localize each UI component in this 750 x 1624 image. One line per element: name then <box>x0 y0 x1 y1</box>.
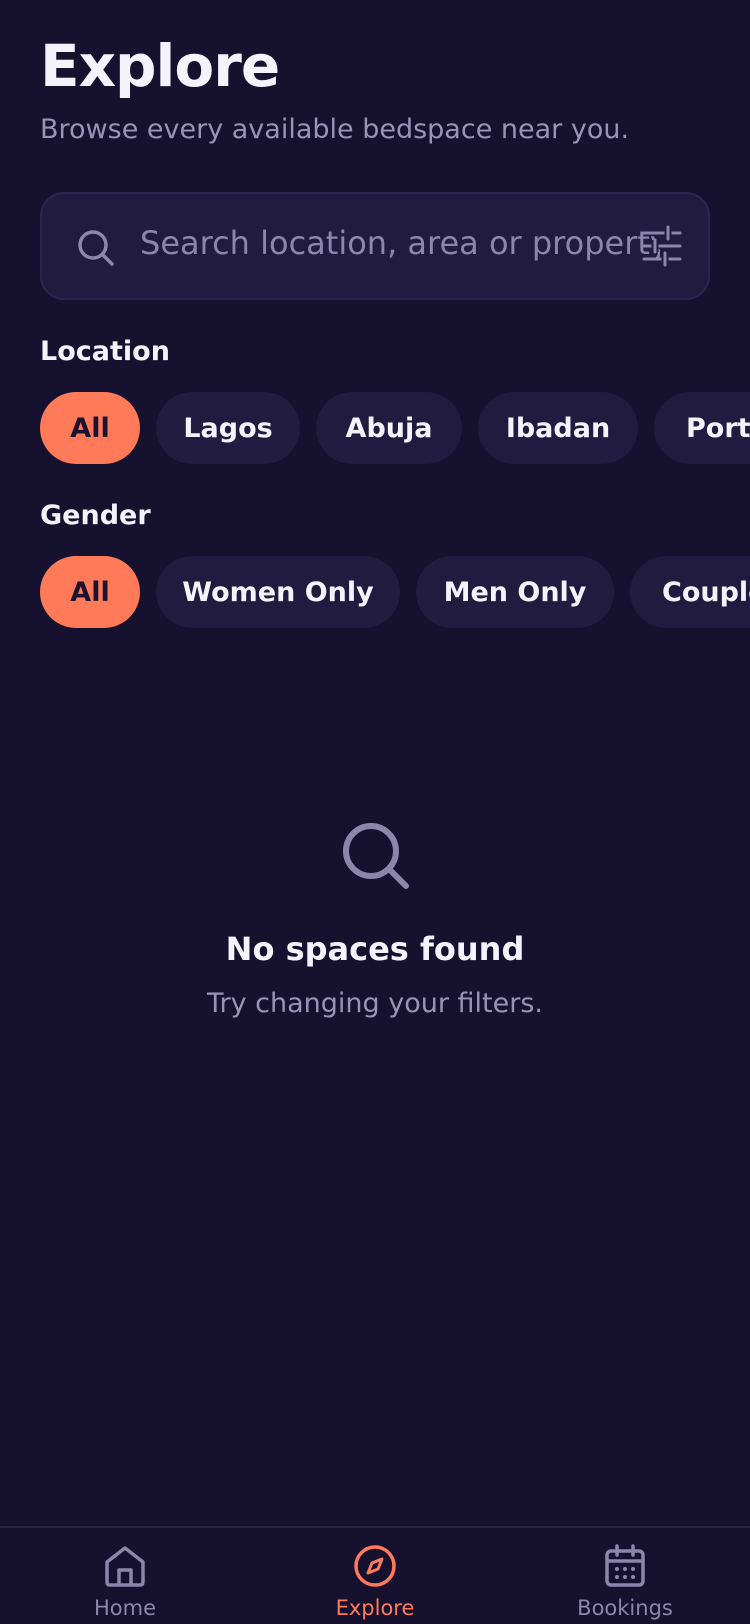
explore-screen: Explore Browse every available bedspace … <box>0 0 750 1624</box>
empty-state-title: No spaces found <box>225 930 525 968</box>
location-chip-ibadan[interactable]: Ibadan <box>478 392 638 464</box>
bottom-tab-bar: Home Explore Bookings <box>0 1526 750 1624</box>
gender-label: Gender <box>40 500 151 531</box>
search-icon <box>343 823 409 889</box>
location-chip-all[interactable]: All <box>40 392 140 464</box>
gender-chips: All Women Only Men Only Couple <box>40 556 750 628</box>
location-chip-lagos[interactable]: Lagos <box>156 392 300 464</box>
location-chips: All Lagos Abuja Ibadan Port <box>40 392 750 464</box>
location-chip-abuja[interactable]: Abuja <box>316 392 462 464</box>
search-bar[interactable]: Search location, area or property <box>40 192 710 300</box>
tab-bookings-label: Bookings <box>577 1596 673 1620</box>
tab-home[interactable]: Home <box>25 1528 225 1624</box>
empty-state-subtitle: Try changing your filters. <box>206 988 544 1019</box>
page-subtitle: Browse every available bedspace near you… <box>40 114 630 145</box>
location-chip-port[interactable]: Port <box>654 392 750 464</box>
page-title: Explore <box>40 32 280 100</box>
gender-chip-couple[interactable]: Couple <box>630 556 750 628</box>
tab-home-label: Home <box>93 1596 156 1620</box>
tab-explore-label: Explore <box>335 1596 415 1620</box>
calendar-icon <box>605 1544 645 1587</box>
compass-icon <box>354 1545 396 1587</box>
tab-bookings[interactable]: Bookings <box>525 1528 725 1624</box>
tab-explore[interactable]: Explore <box>275 1528 475 1624</box>
home-icon <box>105 1546 145 1587</box>
gender-chip-women-only[interactable]: Women Only <box>156 556 400 628</box>
search-icon <box>78 230 114 266</box>
location-label: Location <box>40 336 170 367</box>
search-input[interactable]: Search location, area or property <box>140 224 660 262</box>
gender-chip-all[interactable]: All <box>40 556 140 628</box>
gender-chip-men-only[interactable]: Men Only <box>416 556 614 628</box>
sliders-icon[interactable] <box>640 224 684 268</box>
